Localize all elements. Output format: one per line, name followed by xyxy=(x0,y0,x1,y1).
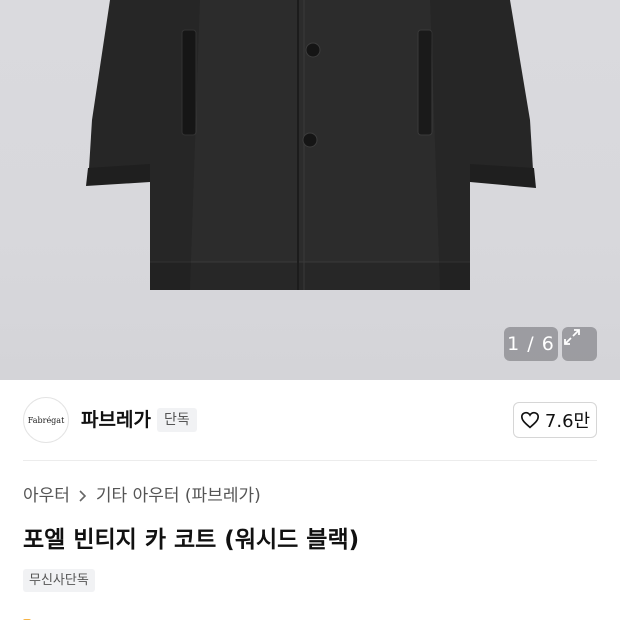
brand-like-button[interactable]: 7.6만 xyxy=(513,402,597,438)
brand-row: Fabrégat 파브레가 단독 7.6만 xyxy=(0,380,620,460)
heart-icon xyxy=(520,411,539,429)
image-counter-text: 1 / 6 xyxy=(507,333,555,355)
product-image[interactable]: 1 / 6 xyxy=(0,0,620,380)
product-title: 포엘 빈티지 카 코트 (워시드 블랙) xyxy=(23,527,360,553)
brand-logo[interactable]: Fabrégat xyxy=(23,397,69,443)
breadcrumb-item-other-outer[interactable]: 기타 아우터 (파브레가) xyxy=(96,484,261,508)
exclusive-badge: 단독 xyxy=(157,408,197,432)
brand-logo-text: Fabrégat xyxy=(27,415,65,425)
coat-photo xyxy=(86,0,536,290)
image-counter: 1 / 6 xyxy=(504,327,558,361)
breadcrumb: 아우터 기타 아우터 (파브레가) xyxy=(23,484,261,508)
chevron-right-icon xyxy=(79,490,87,502)
like-count: 7.6만 xyxy=(544,411,591,432)
brand-name[interactable]: 파브레가 xyxy=(81,408,151,432)
rating-stars-partial xyxy=(23,612,163,620)
divider xyxy=(23,460,597,461)
expand-button[interactable] xyxy=(562,327,597,361)
breadcrumb-item-outer[interactable]: 아우터 xyxy=(23,484,70,508)
exclusive-tag: 무신사단독 xyxy=(23,569,95,592)
expand-icon xyxy=(564,329,580,345)
